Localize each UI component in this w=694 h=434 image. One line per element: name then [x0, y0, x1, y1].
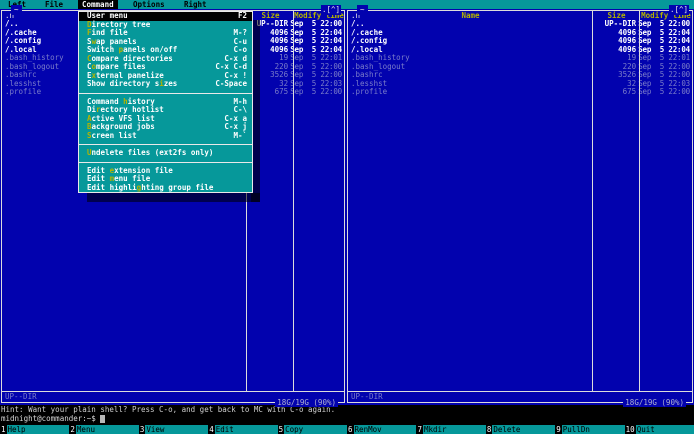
file-name: .bash_logout — [351, 62, 406, 71]
file-mtime: Sep 5 22:00 — [290, 87, 342, 96]
menu-item-undelete-files-ext2fs-only[interactable]: Undelete files (ext2fs only) — [79, 148, 252, 158]
menu-separator — [78, 140, 253, 149]
panel-path-right: ~ — [357, 5, 368, 15]
file-mtime: Sep 5 22:00 — [638, 87, 690, 96]
menubar-item-options[interactable]: Options — [129, 0, 169, 9]
file-name: .bashrc — [351, 71, 383, 79]
fkey-delete-button[interactable]: 8 Delete — [485, 425, 556, 434]
fkey-edit-button[interactable]: 4 Edit — [208, 425, 278, 434]
fkey-view-button[interactable]: 3 View — [138, 425, 209, 434]
menu-item-label: Screen list — [87, 130, 137, 140]
menu-item-label: Edit highlighting group file — [87, 182, 214, 192]
hotkey-letter: i — [159, 79, 164, 88]
hotkey-letter: U — [87, 148, 92, 157]
command-dropdown-menu: User menu F2 Directory tree Find file M-? Swa… — [78, 11, 253, 193]
fkey-quit-button[interactable]: 10 Quit — [624, 425, 694, 434]
file-name: /.cache — [351, 28, 383, 37]
file-name: .profile — [351, 88, 388, 96]
hotkey-letter: S — [87, 130, 92, 140]
menu-item-shortcut: M-` — [233, 130, 247, 140]
fkey-help-button[interactable]: 1 Help — [0, 425, 70, 434]
fkey-mkdir-button[interactable]: 7 Mkdir — [416, 425, 486, 434]
command-input[interactable]: midnight@commander:~$ — [1, 414, 105, 424]
column-separator — [592, 11, 593, 391]
cursor-block — [99, 415, 105, 423]
column-header-size[interactable]: Size — [247, 11, 294, 20]
menu-item-shortcut: C-Space — [215, 79, 247, 88]
column-header-name[interactable]: Name — [348, 11, 593, 20]
shell-prompt: midnight@commander:~$ — [1, 414, 96, 423]
menu-item-show-directory-sizes[interactable]: Show directory sizes C-Space — [79, 79, 252, 89]
hotkey-letter: m — [109, 174, 115, 183]
file-name: /.local — [351, 45, 383, 54]
menu-item-label: Show directory sizes — [87, 79, 178, 88]
fkey-copy-button[interactable]: 5 Copy — [277, 425, 348, 434]
fkey-label: PullDn — [561, 425, 625, 434]
menu-item-shortcut: F2 — [237, 11, 247, 20]
panel-history-button-right[interactable]: .[^] — [668, 5, 689, 15]
hotkey-letter: p — [118, 45, 124, 54]
panel-history-button-left[interactable]: .[^] — [320, 5, 341, 15]
fkey-number: 10 — [624, 425, 636, 434]
function-key-bar: 1 Help 2 Menu 3 View 4 Edit 5 Copy 6 RenMov 7 Mkdir 8 D… — [0, 425, 694, 434]
file-panel-right: ~ .[^] 18G/19G (90%) .n Name Size Modify… — [347, 5, 693, 407]
file-name: /.. — [351, 20, 365, 28]
fkey-pulldn-button[interactable]: 9 PullDn — [555, 425, 625, 434]
hotkey-letter: g — [136, 182, 142, 192]
menu-separator — [78, 89, 253, 98]
file-name: .lesshst — [351, 79, 388, 88]
hotkey-letter: r — [96, 105, 101, 114]
fkey-label: Mkdir — [422, 425, 486, 434]
fkey-label: View — [145, 425, 209, 434]
menu-separator — [78, 158, 253, 167]
panel-path-left: ~ — [11, 5, 22, 15]
fkey-label: Copy — [284, 425, 348, 434]
menu-item-label: Undelete files (ext2fs only) — [87, 148, 214, 157]
menubar-item-right[interactable]: Right — [180, 0, 211, 9]
fkey-label: Edit — [214, 425, 278, 434]
file-size: 675 — [622, 87, 637, 96]
file-name: .bash_history — [351, 54, 410, 62]
file-row[interactable]: .profile 675 Sep 5 22:00 — [348, 87, 692, 97]
file-name: /.config — [351, 37, 388, 45]
fkey-label: Menu — [75, 425, 139, 434]
menubar-item-command[interactable]: Command — [78, 0, 118, 9]
column-header-size[interactable]: Size — [593, 11, 640, 20]
fkey-menu-button[interactable]: 2 Menu — [69, 425, 139, 434]
free-space-indicator-right: 18G/19G (90%) — [623, 398, 686, 407]
menu-item-screen-list[interactable]: Screen list M-` — [79, 130, 252, 141]
menubar-item-file[interactable]: File — [41, 0, 67, 9]
menu-bar: LeftFileCommandOptionsRight — [0, 0, 694, 9]
column-separator — [639, 11, 640, 391]
menu-shadow — [87, 193, 260, 202]
fkey-label: Quit — [635, 425, 694, 434]
mc-terminal-screen: LeftFileCommandOptionsRight ~ .[^] 18G/1… — [0, 0, 694, 434]
fkey-label: Help — [6, 425, 70, 434]
fkey-renmov-button[interactable]: 6 RenMov — [347, 425, 417, 434]
fkey-label: Delete — [492, 425, 556, 434]
column-separator — [293, 11, 294, 391]
free-space-indicator-left: 18G/19G (90%) — [275, 398, 338, 407]
file-list-right: /.. UP--DIR Sep 5 22:00/.cache 4096 Sep 5 22… — [348, 20, 692, 391]
fkey-label: RenMov — [353, 425, 417, 434]
menu-item-edit-highlighting-group-file[interactable]: Edit highlighting group file — [79, 182, 252, 193]
